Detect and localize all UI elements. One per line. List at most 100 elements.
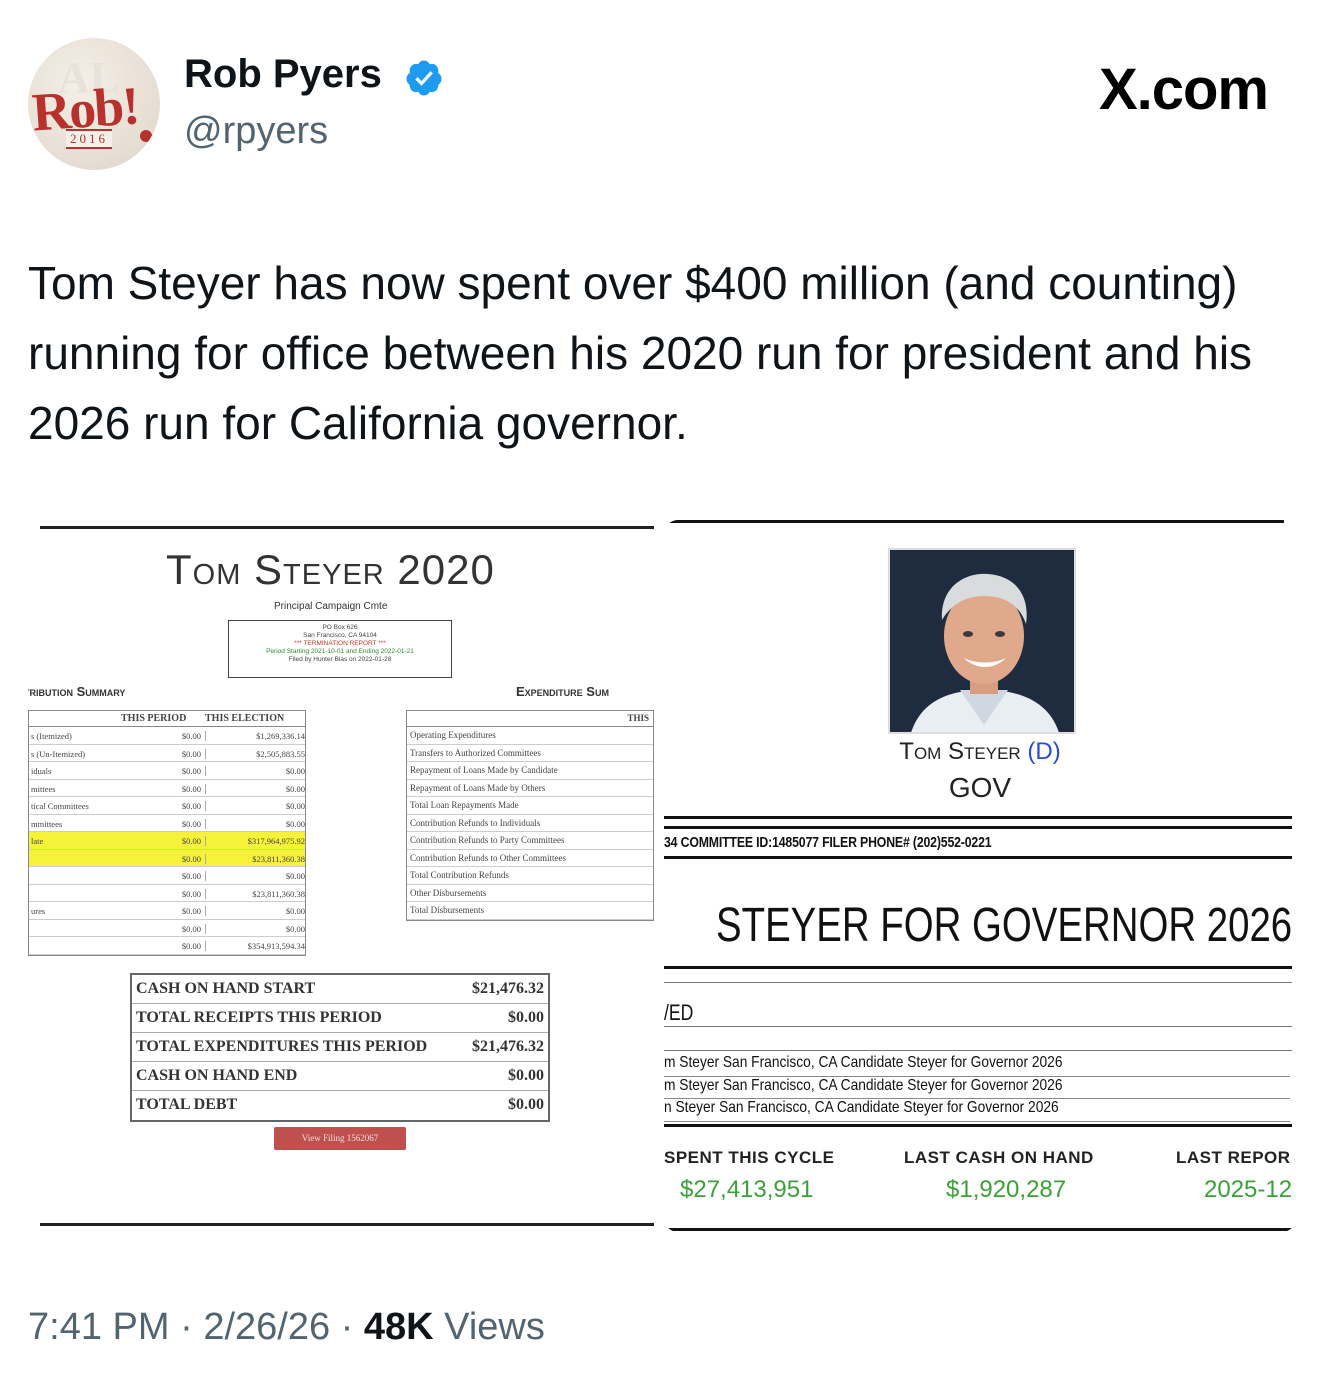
committee-title: STEYER FOR GOVERNOR 2026 <box>716 899 1293 952</box>
cash-row: TOTAL RECEIPTS THIS PERIOD $0.00 <box>132 1004 548 1033</box>
row-period-value: $0.00 <box>181 871 201 881</box>
table-row: $0.00 $23,811,360.38 <box>29 849 305 867</box>
author-name[interactable]: Rob Pyers <box>184 52 382 97</box>
table-row: $0.00 $354,913,594.34 <box>29 937 305 955</box>
cash-label: TOTAL EXPENDITURES THIS PERIOD <box>136 1038 428 1055</box>
divider <box>40 526 654 529</box>
author-avatar[interactable]: AL Rob! 2016 <box>28 38 160 170</box>
committee-id-line: 34 COMMITTEE ID:1485077 FILER PHONE# (20… <box>664 834 992 851</box>
table-row: Total Disbursements <box>407 902 653 920</box>
divider <box>664 826 1292 829</box>
row-label: s (Un-Itemized) <box>31 748 86 759</box>
row-election-value: $0.00 <box>205 906 305 916</box>
row-election-value: $2,505,883.55 <box>205 748 305 759</box>
box-line: Period Starting 2021-10-01 and Ending 20… <box>266 648 414 655</box>
list-item: n Steyer San Francisco, CA Candidate Ste… <box>664 1099 1291 1122</box>
row-label: iduals <box>31 766 52 776</box>
table-row: Transfers to Authorized Committees <box>407 745 653 762</box>
views-label: Views <box>444 1306 545 1348</box>
table-row: Total Loan Repayments Made <box>407 797 653 815</box>
table-row: late $0.00 $317,964,975.92 <box>29 832 305 850</box>
row-election-value: $0.00 <box>205 818 305 829</box>
cash-value: $21,476.32 <box>472 1038 544 1055</box>
divider <box>664 1124 1292 1127</box>
cash-row: CASH ON HAND START $21,476.32 <box>132 975 548 1004</box>
row-period-value: $0.00 <box>181 941 201 951</box>
author-handle[interactable]: @rpyers <box>184 110 328 153</box>
table-row: Total Contribution Refunds <box>407 867 653 885</box>
cash-label: CASH ON HAND START <box>136 980 316 997</box>
divider <box>664 520 1284 523</box>
expenditure-summary-table: THIS Operating Expenditures Transfers to … <box>406 710 654 921</box>
tweet-text: Tom Steyer has now spent over $400 milli… <box>28 257 1253 449</box>
row-election-value: $0.00 <box>205 766 305 776</box>
cash-label: TOTAL DEBT <box>136 1096 238 1113</box>
row-period-value: $0.00 <box>181 888 201 899</box>
section-label: /ED <box>664 1000 694 1025</box>
table-row: mmittees $0.00 $0.00 <box>29 815 305 832</box>
row-period-value: $0.00 <box>181 923 201 934</box>
divider <box>664 966 1292 969</box>
table-row: Contribution Refunds to Other Committees <box>407 850 653 867</box>
row-label: ures <box>31 906 46 916</box>
divider <box>40 1223 654 1226</box>
candidate-list: m Steyer San Francisco, CA Candidate Ste… <box>664 1054 1292 1122</box>
box-line: San Francisco, CA 94104 <box>303 632 377 639</box>
stat-value-last-report: 2025-12 <box>1204 1176 1293 1203</box>
termination-report-label: *** TERMINATION REPORT *** <box>294 640 386 647</box>
table-row: Contribution Refunds to Party Committees <box>407 832 653 850</box>
tweet-meta: 7:41 PM · 2/26/26 · 48K Views <box>28 1306 545 1349</box>
table-row: $0.00 $0.00 <box>29 867 305 885</box>
row-election-value: $23,811,360.38 <box>205 888 305 899</box>
contribution-summary-table: THIS PERIOD THIS ELECTION s (Itemized) $0… <box>28 710 306 956</box>
box-line: Filed by Hunter Blas on 2022-01-28 <box>288 656 392 663</box>
table-row: s (Itemized) $0.00 $1,269,336.14 <box>29 727 305 745</box>
col-header-this: THIS <box>627 713 649 723</box>
row-election-value: $23,811,360.38 <box>205 853 305 864</box>
filing-title: Tom Steyer 2020 <box>166 546 495 593</box>
stat-value-cash: $1,920,287 <box>946 1176 1067 1203</box>
cash-value: $0.00 <box>508 1067 544 1084</box>
cash-label: TOTAL RECEIPTS THIS PERIOD <box>136 1009 382 1026</box>
cash-row: TOTAL DEBT $0.00 <box>132 1091 548 1120</box>
separator: · <box>180 1306 193 1348</box>
table-row: $0.00 $0.00 <box>29 920 305 937</box>
row-label: mmittees <box>31 818 63 829</box>
table-row: s (Un-Itemized) $0.00 $2,505,883.55 <box>29 745 305 762</box>
cash-value: $0.00 <box>508 1096 544 1113</box>
box-line: PO Box 626 <box>322 624 358 631</box>
row-label: tical Committees <box>31 801 89 811</box>
row-election-value: $0.00 <box>205 801 305 811</box>
view-filing-button[interactable]: View Filing 1562067 <box>274 1127 406 1150</box>
row-period-value: $0.00 <box>181 801 201 811</box>
row-label: s (Itemized) <box>31 731 72 741</box>
cash-row: CASH ON HAND END $0.00 <box>132 1062 548 1091</box>
image-steyer-2026-filing[interactable]: Tom Steyer (D) GOV 34 COMMITTEE ID:14850… <box>664 520 1296 1232</box>
candidate-name-text: Tom Steyer <box>899 738 1021 765</box>
row-election-value: $1,269,336.14 <box>205 731 305 741</box>
cash-row: TOTAL EXPENDITURES THIS PERIOD $21,476.32 <box>132 1033 548 1062</box>
row-period-value: $0.00 <box>181 906 201 916</box>
tweet-date[interactable]: 2/26/26 <box>203 1306 330 1348</box>
row-election-value: $0.00 <box>205 923 305 934</box>
views-count: 48K <box>363 1306 434 1348</box>
row-election-value: $317,964,975.92 <box>205 836 305 846</box>
cash-value: $21,476.32 <box>472 980 544 997</box>
divider <box>664 1026 1292 1027</box>
row-label: late <box>31 836 44 846</box>
candidate-name: Tom Steyer (D) <box>886 738 1074 766</box>
table-row: mittees $0.00 $0.00 <box>29 780 305 797</box>
row-period-value: $0.00 <box>181 766 201 776</box>
row-election-value: $0.00 <box>205 871 305 881</box>
separator: · <box>340 1306 354 1348</box>
table-row: Repayment of Loans Made by Others <box>407 780 653 797</box>
portrait-image <box>890 550 1074 732</box>
table-header: THIS <box>407 711 653 727</box>
tweet-time[interactable]: 7:41 PM <box>28 1306 170 1348</box>
divider <box>664 816 1292 819</box>
office-label: GOV <box>948 772 1012 803</box>
stat-label-cash: LAST CASH ON HAND <box>904 1148 1094 1167</box>
row-period-value: $0.00 <box>181 748 201 759</box>
verified-badge-icon[interactable] <box>404 58 444 98</box>
image-steyer-2020-filing[interactable]: Tom Steyer 2020 Principal Campaign Cmte … <box>28 520 654 1230</box>
